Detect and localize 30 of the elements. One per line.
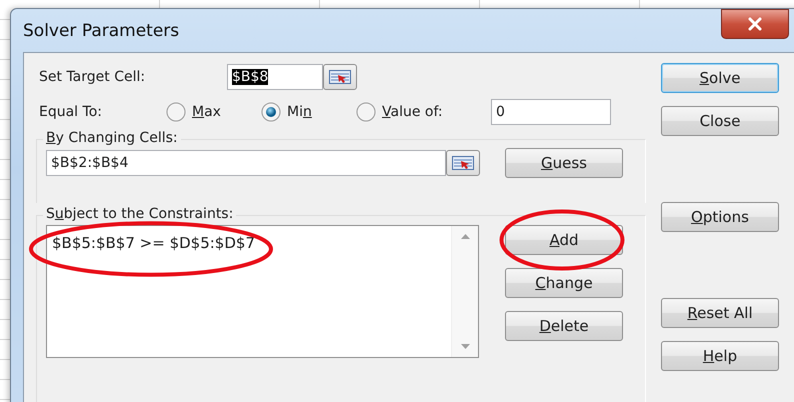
target-cell-field[interactable]: $B$8 <box>227 64 323 90</box>
constraint-button[interactable]: Add <box>505 225 623 255</box>
scroll-up-icon <box>460 234 470 239</box>
dialog-button[interactable]: Solve <box>661 63 779 93</box>
field-label: Equal To: <box>39 104 103 120</box>
dialog-button[interactable]: Close <box>661 106 779 136</box>
range-picker-button[interactable] <box>446 150 480 176</box>
value-of-field[interactable]: 0 <box>491 98 611 124</box>
guess-button[interactable]: Guess <box>505 148 623 178</box>
changing-cells-field[interactable]: $B$2:$B$4 <box>46 150 446 176</box>
group-label: By Changing Cells: <box>43 130 181 146</box>
constraint-button[interactable]: Change <box>505 268 623 298</box>
range-picker-button[interactable] <box>323 64 357 90</box>
radio-option[interactable]: Min <box>261 102 356 122</box>
range-picker-icon <box>452 156 474 170</box>
close-button[interactable] <box>721 8 789 38</box>
radio-option[interactable]: Value of: <box>356 102 491 122</box>
dialog-button[interactable]: Options <box>661 202 779 232</box>
radio-option[interactable]: Max <box>166 102 261 122</box>
scrollbar[interactable] <box>451 226 478 357</box>
group-label: Subject to the Constraints: <box>43 206 236 222</box>
window-title: Solver Parameters <box>23 20 180 40</box>
scroll-down-icon <box>460 344 470 349</box>
dialog-button[interactable]: Reset All <box>661 298 779 328</box>
dialog-button[interactable]: Help <box>661 341 779 371</box>
constraints-list[interactable]: $B$5:$B$7 >= $D$5:$D$7 <box>46 225 479 358</box>
close-icon <box>747 16 763 30</box>
range-picker-icon <box>329 70 351 84</box>
constraint-button[interactable]: Delete <box>505 311 623 341</box>
field-label: Set Target Cell: <box>39 68 146 84</box>
